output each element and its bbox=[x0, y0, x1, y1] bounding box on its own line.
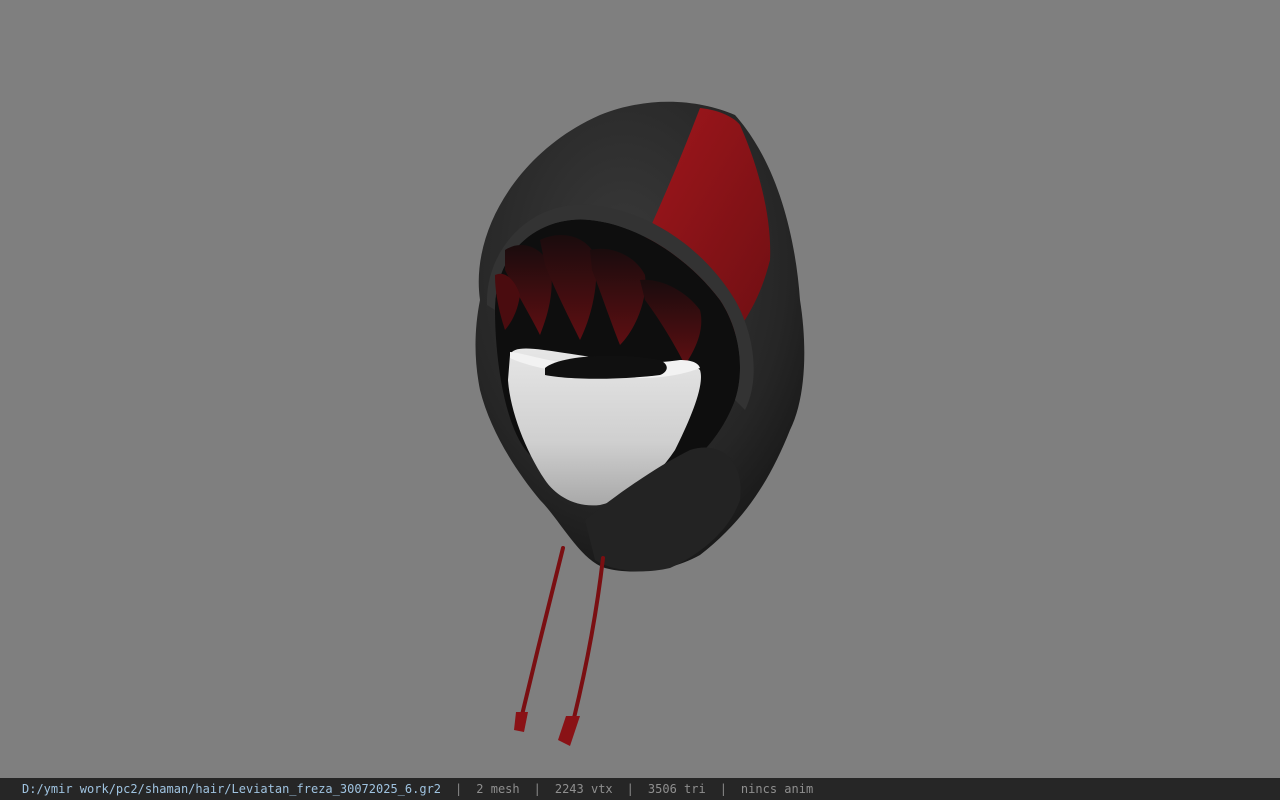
triangle-count: 3506 tri bbox=[647, 782, 706, 796]
drawstrings bbox=[520, 546, 605, 720]
separator: | bbox=[455, 782, 463, 796]
vertex-count: 2243 vtx bbox=[554, 782, 613, 796]
status-bar: D:/ymir work/pc2/shaman/hair/Leviatan_fr… bbox=[0, 778, 1280, 800]
drawstring-tips bbox=[514, 712, 580, 746]
anim-status: nincs anim bbox=[740, 782, 814, 796]
separator: | bbox=[719, 782, 727, 796]
mesh-count: 2 mesh bbox=[476, 782, 520, 796]
separator: | bbox=[626, 782, 634, 796]
separator: | bbox=[533, 782, 541, 796]
model-render bbox=[475, 101, 805, 746]
3d-viewport[interactable] bbox=[0, 0, 1280, 778]
file-path: D:/ymir work/pc2/shaman/hair/Leviatan_fr… bbox=[22, 782, 442, 796]
